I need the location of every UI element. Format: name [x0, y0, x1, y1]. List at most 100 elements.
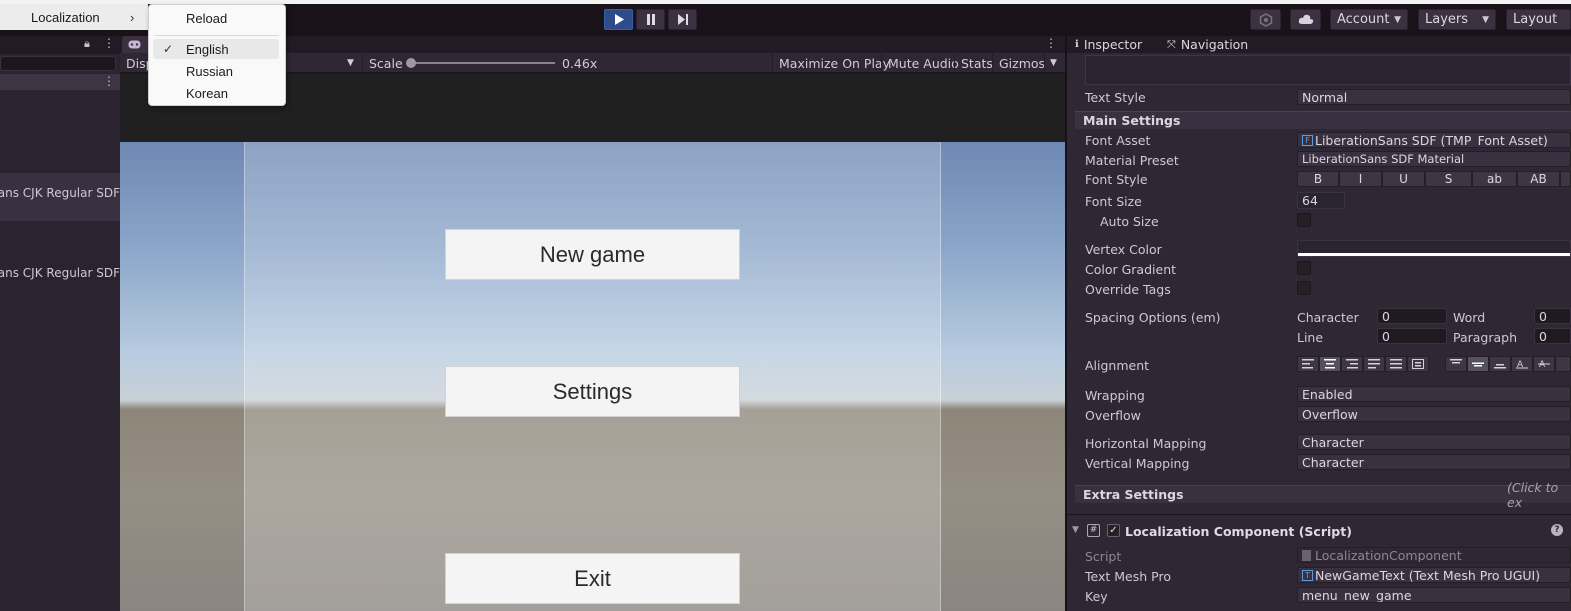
align-flush-icon: [1390, 359, 1402, 369]
align-baseline-button[interactable]: A: [1511, 356, 1533, 372]
smallcaps-button[interactable]: [1560, 171, 1571, 187]
vertical-mapping-dropdown[interactable]: Character: [1297, 454, 1571, 470]
word-spacing-input[interactable]: 0: [1534, 308, 1571, 324]
align-flush-button[interactable]: [1385, 356, 1407, 372]
align-justified-button[interactable]: [1363, 356, 1385, 372]
exit-button[interactable]: Exit: [445, 553, 740, 604]
paragraph-spacing-input[interactable]: 0: [1534, 328, 1571, 344]
hierarchy-search-input[interactable]: [0, 56, 116, 71]
language-english-item[interactable]: ✓ English: [153, 39, 279, 59]
color-gradient-checkbox[interactable]: [1297, 261, 1311, 275]
collab-button[interactable]: [1250, 9, 1281, 30]
line-spacing-label: Line: [1297, 330, 1324, 345]
text-mesh-pro-field[interactable]: T NewGameText (Text Mesh Pro UGUI): [1297, 567, 1571, 583]
script-icon: #: [1087, 524, 1100, 537]
step-button[interactable]: [668, 9, 697, 30]
main-settings-header[interactable]: Main Settings: [1075, 111, 1571, 129]
kebab-menu-icon[interactable]: ⋮: [103, 74, 115, 88]
align-midline-button[interactable]: A: [1533, 356, 1555, 372]
bold-button[interactable]: B: [1297, 171, 1339, 187]
font-asset-field[interactable]: F LiberationSans SDF (TMP_Font Asset): [1297, 132, 1571, 148]
new-game-button[interactable]: New game: [445, 229, 740, 280]
maximize-on-play-toggle[interactable]: Maximize On Play: [772, 53, 896, 73]
key-input[interactable]: menu_new_game: [1297, 587, 1571, 603]
line-spacing-input[interactable]: 0: [1377, 328, 1447, 344]
language-russian-item[interactable]: Russian: [153, 61, 279, 81]
kebab-menu-icon[interactable]: ⋮: [1045, 36, 1057, 50]
vertex-color-field[interactable]: [1297, 240, 1571, 257]
hierarchy-panel: 🔒︎ ⋮ ⋮ Noto Sans CJK Regular SDF Noto Sa…: [0, 36, 120, 611]
lowercase-button[interactable]: ab: [1472, 171, 1517, 187]
script-file-icon: [1302, 549, 1311, 561]
uppercase-button[interactable]: AB: [1517, 171, 1560, 187]
material-preset-label: Material Preset: [1085, 153, 1179, 168]
play-button[interactable]: [604, 9, 633, 30]
language-korean-item[interactable]: Korean: [153, 83, 279, 103]
align-bottom-button[interactable]: [1489, 356, 1511, 372]
scene-row[interactable]: ⋮: [0, 74, 120, 90]
tab-inspector[interactable]: ℹ Inspector: [1075, 36, 1142, 53]
scale-slider-thumb[interactable]: [406, 58, 416, 68]
character-spacing-input[interactable]: 0: [1377, 308, 1447, 324]
material-preset-dropdown[interactable]: LiberationSans SDF Material: [1297, 151, 1571, 167]
cloud-button[interactable]: [1290, 9, 1321, 30]
align-baseline-icon: A: [1516, 360, 1528, 369]
wrapping-dropdown[interactable]: Enabled: [1297, 386, 1571, 402]
align-middle-icon: [1472, 362, 1484, 367]
font-style-label: Font Style: [1085, 172, 1148, 187]
key-label: Key: [1085, 589, 1108, 604]
scale-slider-group[interactable]: Scale 0.46x: [362, 53, 772, 73]
horizontal-mapping-dropdown[interactable]: Character: [1297, 434, 1571, 450]
localization-component-header[interactable]: ▼ # ✓ Localization Component (Script) ?: [1067, 521, 1571, 543]
strikethrough-button[interactable]: S: [1425, 171, 1472, 187]
layout-dropdown[interactable]: Layout: [1506, 9, 1571, 30]
override-tags-checkbox[interactable]: [1297, 281, 1311, 295]
mute-audio-toggle[interactable]: Mute Audio: [881, 53, 965, 73]
underline-button[interactable]: U: [1382, 171, 1425, 187]
auto-size-label: Auto Size: [1100, 214, 1159, 229]
lock-icon[interactable]: 🔒︎: [84, 37, 90, 51]
gizmos-toggle[interactable]: Gizmos: [992, 53, 1051, 73]
text-input-area[interactable]: [1085, 55, 1571, 85]
pause-icon: [646, 14, 655, 25]
font-size-input[interactable]: 64: [1297, 192, 1345, 209]
align-geometry-button[interactable]: [1407, 356, 1429, 372]
account-dropdown[interactable]: Account ▼: [1330, 9, 1408, 30]
tab-navigation[interactable]: ⤧ Navigation: [1167, 36, 1248, 53]
script-label: Script: [1085, 549, 1122, 564]
reload-menu-item[interactable]: Reload: [153, 8, 279, 28]
kebab-menu-icon[interactable]: ⋮: [103, 36, 115, 50]
vertical-mapping-label: Vertical Mapping: [1085, 456, 1190, 471]
align-middle-button[interactable]: [1467, 356, 1489, 372]
auto-size-checkbox[interactable]: [1297, 213, 1311, 227]
italic-button[interactable]: I: [1339, 171, 1382, 187]
localization-menu-item[interactable]: Localization ›: [0, 4, 148, 30]
hierarchy-item[interactable]: Noto Sans CJK Regular SDF: [0, 186, 120, 200]
script-field: LocalizationComponent: [1297, 547, 1571, 563]
extra-settings-header[interactable]: Extra Settings (Click to ex: [1075, 480, 1571, 510]
component-enabled-checkbox[interactable]: ✓: [1107, 524, 1120, 537]
align-top-icon: [1450, 359, 1462, 364]
step-icon: [677, 14, 688, 25]
pause-button[interactable]: [636, 9, 665, 30]
align-top-button[interactable]: [1445, 356, 1467, 372]
settings-button[interactable]: Settings: [445, 366, 740, 417]
gizmos-dropdown[interactable]: ▼: [1044, 53, 1065, 73]
hierarchy-item[interactable]: Noto Sans CJK Regular SDF: [0, 266, 120, 280]
layers-dropdown[interactable]: Layers ▼: [1418, 9, 1496, 30]
scale-slider-track[interactable]: [411, 62, 555, 64]
vertex-color-label: Vertex Color: [1085, 242, 1162, 257]
info-icon: ℹ: [1075, 39, 1079, 50]
align-midline-icon: A: [1538, 360, 1550, 369]
align-left-button[interactable]: [1297, 356, 1319, 372]
component-divider: [1067, 514, 1571, 515]
align-center-button[interactable]: [1319, 356, 1341, 372]
align-right-button[interactable]: [1341, 356, 1363, 372]
overflow-dropdown[interactable]: Overflow: [1297, 406, 1571, 422]
foldout-arrow-icon[interactable]: ▼: [1072, 525, 1079, 535]
tab-game[interactable]: [122, 36, 150, 53]
help-icon[interactable]: ?: [1551, 524, 1563, 536]
hierarchy-header: 🔒︎ ⋮: [0, 36, 120, 54]
text-style-dropdown[interactable]: Normal: [1297, 89, 1571, 105]
align-capline-button[interactable]: [1555, 356, 1571, 372]
